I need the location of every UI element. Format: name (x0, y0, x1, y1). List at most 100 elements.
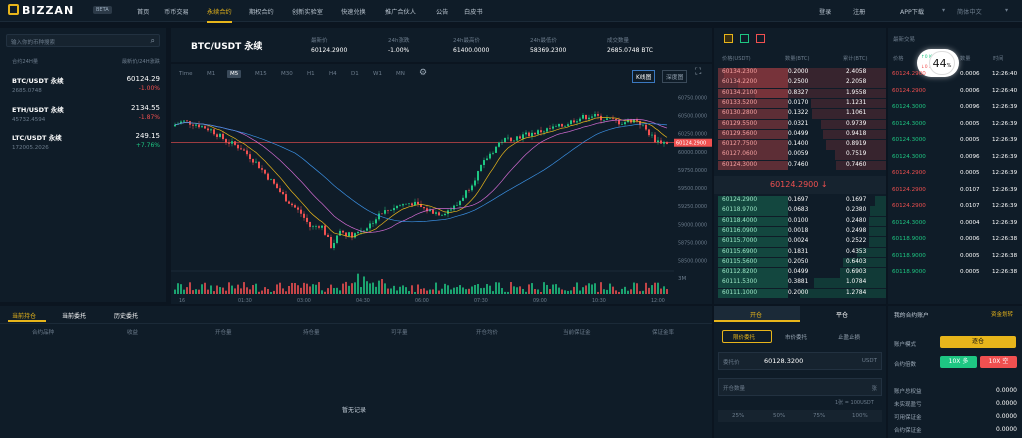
percent-25[interactable]: 25% (732, 413, 744, 419)
volume-bar (360, 287, 362, 294)
logo[interactable]: BIZZAN (8, 4, 74, 17)
nav-announcement[interactable]: 公告 (436, 7, 448, 16)
leverage-label: 合约倍数 (894, 362, 917, 368)
ob-total: 0.2498 (846, 227, 867, 234)
interval-m15[interactable]: M15 (255, 71, 267, 77)
tab-order-history[interactable]: 历史委托 (114, 311, 138, 320)
interval-time[interactable]: Time (179, 71, 192, 77)
login-link[interactable]: 登录 (819, 7, 831, 16)
bid-row[interactable]: 60112.8200 0.0499 0.6903 (718, 268, 886, 278)
volume-bar (369, 283, 371, 294)
interval-h1[interactable]: H1 (307, 71, 315, 77)
transfer-link[interactable]: 资金划转 (991, 310, 1013, 318)
interval-mn[interactable]: MN (396, 71, 405, 77)
candle-body (489, 153, 491, 159)
volume-bar (504, 291, 506, 294)
bid-row[interactable]: 60124.2900 0.1697 0.1697 (718, 196, 886, 206)
bid-row[interactable]: 60115.6900 0.1831 0.4353 (718, 247, 886, 257)
volume-bar (270, 291, 272, 294)
interval-w1[interactable]: W1 (373, 71, 382, 77)
ask-row[interactable]: 60129.5600 0.0499 0.9418 (718, 129, 886, 140)
candle-body (330, 236, 332, 249)
bid-row[interactable]: 60118.9700 0.0683 0.2380 (718, 206, 886, 216)
volume-bar (627, 290, 629, 294)
volume-bar (516, 287, 518, 294)
tab-open-position[interactable]: 开仓 (750, 310, 762, 319)
settings-gear-icon[interactable]: ⚙ (419, 68, 427, 78)
app-download[interactable]: APP下载 (900, 7, 924, 16)
bid-row[interactable]: 60111.5300 0.3881 1.0784 (718, 278, 886, 288)
top-nav: BIZZAN BETA 首页 币币交易 永续合约 期权合约 创新实验室 快速兑换… (0, 0, 1022, 23)
ask-row[interactable]: 60127.0600 0.0059 0.7519 (718, 150, 886, 160)
fullscreen-icon[interactable]: ⛶ (695, 67, 701, 77)
bid-row[interactable]: 60118.4000 0.0100 0.2480 (718, 216, 886, 227)
language-select[interactable]: 简体中文 (957, 7, 982, 16)
nav-partner[interactable]: 推广合伙人 (385, 7, 416, 16)
search-input[interactable]: 输入你的币种搜索 (11, 38, 55, 46)
ask-row[interactable]: 60133.5200 0.0170 1.1231 (718, 98, 886, 109)
subtab-stop[interactable]: 止盈止损 (838, 333, 860, 341)
price-input[interactable]: 委托价 60128.3200 USDT (718, 352, 882, 370)
volume-bar (555, 284, 557, 294)
volume-axis-label: 3M (678, 276, 686, 282)
nav-lab[interactable]: 创新实验室 (292, 7, 323, 16)
tab-positions[interactable]: 当前持仓 (12, 311, 36, 320)
register-link[interactable]: 注册 (853, 7, 865, 16)
nav-perpetual[interactable]: 永续合约 (207, 7, 232, 23)
nav-exchange[interactable]: 快速兑换 (341, 7, 366, 16)
trades-head-price: 价格 (893, 56, 904, 62)
volume-bar (510, 282, 512, 294)
volume-bar (279, 282, 281, 294)
ask-row[interactable]: 60127.7500 0.1400 0.8919 (718, 140, 886, 150)
interval-m30[interactable]: M30 (281, 71, 293, 77)
subtab-market[interactable]: 市价委托 (785, 333, 807, 341)
ob-total: 0.7519 (846, 151, 867, 158)
bid-row[interactable]: 60115.7000 0.0024 0.2522 (718, 237, 886, 247)
symbol-row-ltc[interactable]: LTC/USDT 永续 172005.2026 249.15 +7.76% (12, 132, 160, 151)
interval-m1[interactable]: M1 (207, 71, 215, 77)
quantity-input[interactable]: 开仓数量 张 (718, 378, 882, 396)
candlestick-chart[interactable]: 60750.0000 60500.0000 60250.0000 60000.0000… (171, 80, 712, 304)
ask-row[interactable]: 60134.2300 0.2000 2.4058 (718, 68, 886, 78)
ask-row[interactable]: 60124.3000 0.7460 0.7460 (718, 160, 886, 171)
candle-body (264, 169, 266, 174)
interval-m5[interactable]: M5 (227, 70, 242, 78)
volume-bar (396, 290, 398, 294)
interval-d1[interactable]: D1 (351, 71, 359, 77)
nav-whitepaper[interactable]: 白皮书 (464, 7, 483, 16)
symbol-row-btc[interactable]: BTC/USDT 永续 2685.0748 60124.29 -1.00% (12, 75, 160, 94)
bid-row[interactable]: 60111.1000 0.2000 1.2784 (718, 288, 886, 299)
long-leverage-button[interactable]: 10X 多 (940, 356, 977, 368)
percent-100[interactable]: 100% (852, 413, 868, 419)
volume-bar (624, 286, 626, 294)
nav-spot[interactable]: 币币交易 (164, 7, 189, 16)
short-leverage-button[interactable]: 10X 空 (980, 356, 1017, 368)
ask-row[interactable]: 60129.5500 0.0321 0.9739 (718, 119, 886, 129)
nav-options[interactable]: 期权合约 (249, 7, 274, 16)
ask-row[interactable]: 60134.2200 0.2500 2.2058 (718, 78, 886, 88)
orderbook-view-bids-icon[interactable] (740, 34, 749, 43)
ask-row[interactable]: 60130.2800 0.1322 1.1061 (718, 109, 886, 119)
bid-row[interactable]: 60116.0900 0.0018 0.2498 (718, 226, 886, 237)
col-open-qty: 开仓量 (215, 330, 232, 336)
margin-mode-button[interactable]: 逐仓 (940, 336, 1016, 348)
trade-qty: 0.0107 (960, 186, 980, 193)
subtab-limit[interactable]: 限价委托 (733, 333, 755, 341)
percent-75[interactable]: 75% (813, 413, 825, 419)
tab-close-position[interactable]: 平仓 (836, 310, 848, 319)
search-icon[interactable]: ⌕ (151, 36, 155, 46)
percent-50[interactable]: 50% (773, 413, 785, 419)
interval-h4[interactable]: H4 (329, 71, 337, 77)
nav-home[interactable]: 首页 (137, 7, 149, 16)
orderbook-view-all-icon[interactable] (724, 34, 733, 43)
orderbook-view-asks-icon[interactable] (756, 34, 765, 43)
candle-body (528, 132, 530, 137)
symbol-row-eth[interactable]: ETH/USDT 永续 45732.4594 2134.55 -1.87% (12, 104, 160, 123)
search-box[interactable]: 输入你的币种搜索 ⌕ (6, 34, 160, 47)
candle-body (651, 134, 653, 136)
bid-row[interactable]: 60115.5600 0.2050 0.6403 (718, 257, 886, 268)
tab-open-orders[interactable]: 当前委托 (62, 311, 86, 320)
volume-bar (222, 287, 224, 294)
volume-bar (375, 286, 377, 294)
ask-row[interactable]: 60134.2100 0.8327 1.9558 (718, 88, 886, 99)
